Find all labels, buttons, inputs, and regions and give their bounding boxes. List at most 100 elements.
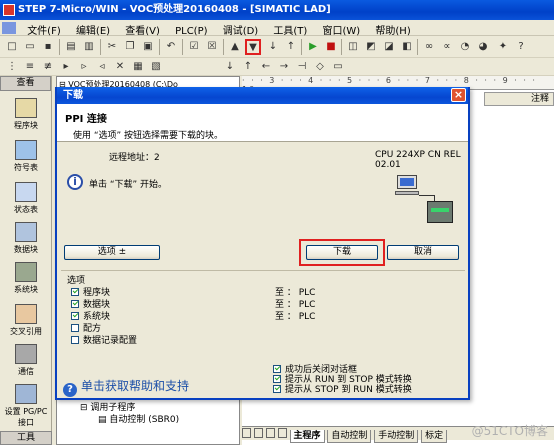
print-icon[interactable]: ▤ <box>63 39 79 55</box>
insert-network-icon[interactable]: ≡ <box>22 59 38 75</box>
instruction-toolbar: ⋮ ≡ ≢ ▸ ▹ ◃ ✕ ▦ ▧ ↓ ↑ ← → ⊣ ◇ ▭ <box>0 58 554 76</box>
save-icon[interactable]: ▪ <box>40 39 56 55</box>
tab-calibration[interactable]: 标定 <box>421 430 448 443</box>
cancel-button[interactable]: 取消 <box>387 245 459 260</box>
print-preview-icon[interactable]: ▥ <box>81 39 97 55</box>
tab-prev-icon[interactable] <box>253 428 263 438</box>
system-block-icon <box>15 262 37 282</box>
instruction-wizard-icon[interactable]: ✦ <box>495 39 511 55</box>
prev-bookmark-icon[interactable]: ◃ <box>94 59 110 75</box>
tab-first-icon[interactable] <box>242 428 251 438</box>
paste-icon[interactable]: ▣ <box>140 39 156 55</box>
next-bookmark-icon[interactable]: ▹ <box>76 59 92 75</box>
pgpc-interface-icon <box>15 384 37 404</box>
tab-main-program[interactable]: 主程序 <box>289 430 325 443</box>
toggle-bookmark-icon[interactable]: ▸ <box>58 59 74 75</box>
program-block-checkbox[interactable] <box>71 288 79 296</box>
menu-tools[interactable]: 工具(T) <box>267 20 313 37</box>
info-icon: i <box>67 174 83 190</box>
app-title: STEP 7-Micro/WIN - VOC预处理20160408 - [SIM… <box>18 4 331 15</box>
coil-icon[interactable]: ◇ <box>312 59 328 75</box>
tab-next-icon[interactable] <box>265 428 275 438</box>
navbar-footer-tools[interactable]: 工具 <box>0 431 52 445</box>
read-force-icon[interactable]: ◔ <box>457 39 473 55</box>
data-log-option[interactable]: 数据记录配置 <box>71 333 137 346</box>
open-icon[interactable]: ▭ <box>22 39 38 55</box>
nav-communication[interactable]: 通信 <box>0 344 52 377</box>
menu-help[interactable]: 帮助(H) <box>369 20 416 37</box>
communication-icon <box>15 344 37 364</box>
clear-bookmarks-icon[interactable]: ✕ <box>112 59 128 75</box>
options-button[interactable]: 选项 ± <box>64 245 160 260</box>
sort-descending-icon[interactable]: ↑ <box>283 39 299 55</box>
data-block-icon <box>15 222 37 242</box>
line-right-icon[interactable]: → <box>276 59 292 75</box>
recipe-checkbox[interactable] <box>71 324 79 332</box>
new-icon[interactable]: □ <box>4 39 20 55</box>
stop-to-run-option[interactable]: 提示从 STOP 到 RUN 模式转换 <box>273 382 412 395</box>
download-message: 单击 “下载” 开始。 <box>89 180 168 190</box>
nav-program-block[interactable]: 程序块 <box>0 98 52 131</box>
tree-call-subroutine[interactable]: ⊟ 调用子程序 <box>80 402 179 414</box>
tree-auto-control[interactable]: ▤ 自动控制 (SBR0) <box>80 414 179 426</box>
poe-icon[interactable]: ▦ <box>130 59 146 75</box>
box-icon[interactable]: ▭ <box>330 59 346 75</box>
program-status-icon[interactable]: ◫ <box>345 39 361 55</box>
menu-debug[interactable]: 调试(D) <box>217 20 265 37</box>
tab-manual-control[interactable]: 手动控制 <box>374 430 419 443</box>
nav-cross-reference[interactable]: 交叉引用 <box>0 304 52 337</box>
menu-window[interactable]: 窗口(W) <box>317 20 367 37</box>
undo-icon[interactable]: ↶ <box>163 39 179 55</box>
menu-edit[interactable]: 编辑(E) <box>70 20 116 37</box>
delete-network-icon[interactable]: ≢ <box>40 59 56 75</box>
cut-icon[interactable]: ✂ <box>104 39 120 55</box>
unforce-icon[interactable]: ∝ <box>439 39 455 55</box>
sort-ascending-icon[interactable]: ↓ <box>265 39 281 55</box>
chart-status-icon[interactable]: ◪ <box>381 39 397 55</box>
stop-icon[interactable]: ■ <box>323 39 339 55</box>
connection-subtitle: 使用 “选项” 按钮选择需要下载的块。 <box>73 131 224 141</box>
nav-system-block[interactable]: 系统块 <box>0 262 52 295</box>
trend-icon[interactable]: ◕ <box>475 39 491 55</box>
compile-all-icon[interactable]: ☒ <box>204 39 220 55</box>
nav-symbol-table[interactable]: 符号表 <box>0 140 52 173</box>
download-icon[interactable]: ▼ <box>245 39 261 55</box>
menu-file[interactable]: 文件(F) <box>21 20 67 37</box>
tab-auto-control[interactable]: 自动控制 <box>327 430 372 443</box>
system-menu-icon[interactable] <box>2 22 16 34</box>
single-read-icon[interactable]: ◧ <box>399 39 415 55</box>
symbol-table-icon <box>15 140 37 160</box>
line-left-icon[interactable]: ← <box>258 59 274 75</box>
close-icon[interactable]: × <box>451 88 466 102</box>
cpu-info: CPU 224XP CN REL 02.01 <box>375 150 461 170</box>
dialog-title-bar: 下载 × <box>57 87 468 104</box>
copy-icon[interactable]: ❐ <box>122 39 138 55</box>
data-block-checkbox[interactable] <box>71 300 79 308</box>
pause-status-icon[interactable]: ◩ <box>363 39 379 55</box>
nav-set-pgpc-interface[interactable]: 设置 PG/PC 接口 <box>0 384 52 428</box>
connection-title: PPI 连接 <box>65 114 107 125</box>
line-up-icon[interactable]: ↑ <box>240 59 256 75</box>
run-icon[interactable]: ▶ <box>305 39 321 55</box>
tab-last-icon[interactable] <box>277 428 287 438</box>
data-log-checkbox[interactable] <box>71 336 79 344</box>
nav-status-chart[interactable]: 状态表 <box>0 182 52 215</box>
upload-icon[interactable]: ▲ <box>227 39 243 55</box>
menu-view[interactable]: 查看(V) <box>119 20 166 37</box>
toolbar-grip-icon: ⋮ <box>7 61 17 72</box>
symbol-table-icon[interactable]: ▧ <box>148 59 164 75</box>
line-down-icon[interactable]: ↓ <box>222 59 238 75</box>
contact-icon[interactable]: ⊣ <box>294 59 310 75</box>
force-icon[interactable]: ∞ <box>421 39 437 55</box>
system-block-checkbox[interactable] <box>71 312 79 320</box>
download-button[interactable]: 下载 <box>306 245 378 260</box>
navigation-bar: 查看 程序块 符号表 状态表 数据块 系统块 交叉引用 通信 设置 PG/PC … <box>0 76 52 445</box>
compile-icon[interactable]: ☑ <box>186 39 202 55</box>
nav-data-block[interactable]: 数据块 <box>0 222 52 255</box>
help-link[interactable]: ? 单击获取帮助和支持 <box>63 377 189 397</box>
stop-to-run-checkbox[interactable] <box>273 385 281 393</box>
status-chart-icon <box>15 182 37 202</box>
download-dialog: 下载 × PPI 连接 使用 “选项” 按钮选择需要下载的块。 远程地址：2 C… <box>55 87 470 400</box>
dialog-title: 下载 <box>63 90 83 101</box>
help-icon[interactable]: ? <box>513 39 529 55</box>
